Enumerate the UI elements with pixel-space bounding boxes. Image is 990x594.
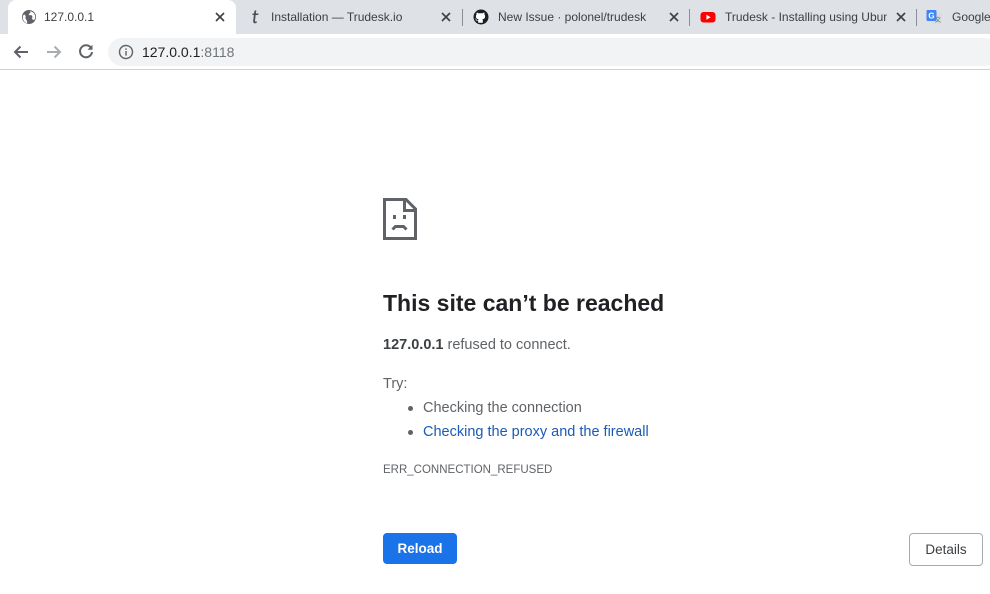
tab-127-0-0-1[interactable]: 127.0.0.1 [8,0,236,34]
page-title: This site can’t be reached [383,290,665,316]
error-summary: 127.0.0.1 refused to connect. [383,336,571,354]
reload-icon[interactable] [74,40,98,64]
error-host: 127.0.0.1 [383,337,444,353]
tab-title: Trudesk - Installing using Ubun [725,10,887,24]
close-icon[interactable] [213,10,227,24]
suggestion-link-text[interactable]: Checking the proxy and the firewall [423,424,649,440]
tab-title: Installation — Trudesk.io [271,10,403,24]
close-icon[interactable] [439,10,453,24]
google-translate-icon: G 文 [926,9,942,25]
reload-button[interactable]: Reload [383,533,457,564]
sad-page-icon [383,198,417,240]
tab-title: New Issue · polonel/trudesk [498,10,647,24]
forward-arrow-icon[interactable] [42,40,66,64]
bullet [408,430,413,435]
close-icon[interactable] [667,10,681,24]
url-port: :8118 [200,44,235,60]
try-label: Try: [383,376,408,392]
suggestion-text: Checking the connection [423,400,582,416]
url-host: 127.0.0.1 [142,44,201,60]
tab-title: 127.0.0.1 [44,10,95,24]
tab-google[interactable]: G 文 Google [917,0,990,34]
tab-trudesk-installation[interactable]: Installation — Trudesk.io [236,0,462,34]
error-code: ERR_CONNECTION_REFUSED [383,464,553,476]
suggestion-check-connection: Checking the connection [408,399,582,417]
back-arrow-icon[interactable] [9,40,33,64]
address-bar[interactable] [108,38,990,66]
tab-strip: 127.0.0.1 Installation — Trudesk.io New … [0,0,990,34]
bullet [408,406,413,411]
trudesk-logo-icon [248,9,264,25]
info-icon[interactable] [118,44,134,60]
svg-text:文: 文 [935,16,941,24]
globe-icon [21,9,37,25]
error-summary-text: refused to connect. [443,337,571,353]
suggestion-check-proxy-firewall[interactable]: Checking the proxy and the firewall [408,423,649,441]
svg-text:G: G [928,12,934,21]
tab-title: Google [952,10,990,24]
tab-github-new-issue[interactable]: New Issue · polonel/trudesk [463,0,689,34]
youtube-icon [700,9,716,25]
details-button[interactable]: Details [909,533,983,566]
url-text[interactable]: 127.0.0.1:8118 [142,44,234,60]
github-icon [473,9,489,25]
tab-youtube-trudesk[interactable]: Trudesk - Installing using Ubun [690,0,916,34]
close-icon[interactable] [894,10,908,24]
